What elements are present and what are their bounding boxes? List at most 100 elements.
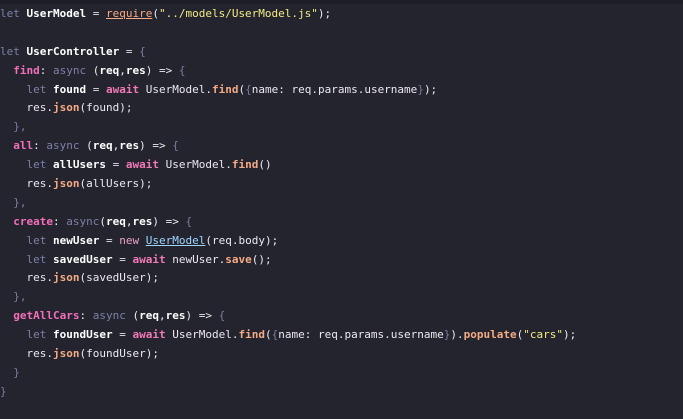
- code-token: UserModel.: [165, 158, 232, 172]
- code-token: find: [238, 328, 265, 342]
- code-line[interactable]: find: async (req,res) => {: [0, 62, 576, 81]
- code-line[interactable]: let UserModel = require("../models/UserM…: [0, 5, 576, 24]
- code-line[interactable]: getAllCars: async (req,res) => {: [0, 307, 576, 326]
- code-token: :: [53, 214, 67, 228]
- code-token: res.: [26, 101, 54, 115]
- code-token: save: [225, 252, 252, 266]
- code-token: {: [178, 63, 186, 77]
- code-token: =: [99, 233, 120, 247]
- code-token: (: [86, 139, 93, 153]
- code-token: res.: [26, 177, 54, 191]
- code-area[interactable]: let UserModel = require("../models/UserM…: [0, 5, 576, 419]
- code-token: require: [105, 7, 153, 20]
- code-token: find: [13, 63, 40, 77]
- code-token: new: [119, 233, 146, 247]
- code-token: }: [0, 384, 7, 398]
- code-token: newUser: [53, 233, 100, 247]
- code-token: ) =>: [185, 309, 219, 323]
- code-token: {: [185, 214, 193, 228]
- code-token: {: [139, 44, 146, 58]
- code-token: req: [106, 214, 126, 228]
- code-line[interactable]: let allUsers = await UserModel.find(): [0, 156, 576, 175]
- code-token: (allUsers);: [79, 177, 153, 191]
- code-token: (: [99, 214, 106, 228]
- code-token: res: [132, 214, 153, 228]
- code-token: find: [211, 82, 239, 96]
- code-line[interactable]: res.json(savedUser);: [0, 269, 576, 288]
- code-token: let: [26, 252, 53, 266]
- code-line[interactable]: },: [0, 288, 576, 307]
- code-token: (): [258, 158, 272, 172]
- code-token: =: [112, 328, 133, 342]
- code-token: (foundUser);: [79, 347, 159, 361]
- code-token: await: [132, 328, 173, 342]
- code-line[interactable]: let UserController = {: [0, 43, 576, 62]
- code-token: json: [53, 347, 80, 361]
- code-line[interactable]: let foundUser = await UserModel.find({na…: [0, 326, 577, 345]
- code-line[interactable]: let savedUser = await newUser.save();: [0, 251, 576, 270]
- code-token: let: [26, 158, 53, 172]
- code-token: res: [119, 139, 140, 153]
- code-token: =: [86, 7, 106, 20]
- code-token: =: [112, 252, 133, 266]
- code-token: ,: [158, 309, 166, 323]
- code-token: ) =>: [139, 139, 173, 153]
- code-token: );: [317, 7, 332, 20]
- code-token: "../models/UserModel.js": [158, 7, 318, 20]
- code-line[interactable]: }: [0, 364, 576, 383]
- code-token: );: [563, 328, 577, 342]
- code-token: all: [13, 139, 34, 153]
- code-token: newUser.: [172, 252, 226, 266]
- code-token: :: [79, 309, 93, 323]
- code-token: (: [264, 328, 272, 342]
- code-token: res.: [26, 347, 54, 361]
- code-token: },: [13, 120, 27, 134]
- code-token: async: [53, 63, 93, 77]
- code-line[interactable]: },: [0, 194, 576, 213]
- code-line[interactable]: let newUser = new UserModel(req.body);: [0, 232, 576, 251]
- code-line[interactable]: all: async (req,res) => {: [0, 137, 576, 156]
- code-token: populate: [463, 328, 517, 342]
- code-line[interactable]: },: [0, 118, 576, 137]
- code-token: await: [106, 82, 146, 96]
- code-token: ,: [125, 214, 133, 228]
- code-token: ) =>: [145, 63, 179, 77]
- code-token: (savedUser);: [79, 271, 159, 285]
- code-line[interactable]: res.json(allUsers);: [0, 175, 576, 194]
- code-token: :: [33, 139, 47, 153]
- code-line[interactable]: res.json(found);: [0, 99, 576, 118]
- code-token: find: [231, 158, 259, 172]
- code-token: async: [46, 139, 87, 153]
- code-line[interactable]: res.json(foundUser);: [0, 345, 576, 364]
- code-editor[interactable]: let UserModel = require("../models/UserM…: [0, 0, 683, 419]
- code-token: create: [13, 214, 53, 228]
- code-line[interactable]: }: [0, 383, 576, 402]
- code-token: let: [26, 82, 53, 96]
- code-token: json: [53, 271, 80, 285]
- code-line[interactable]: ​: [0, 24, 576, 43]
- code-token: =: [105, 158, 126, 172]
- code-token: },: [13, 195, 27, 209]
- code-token: await: [125, 158, 166, 172]
- code-token: let: [0, 44, 27, 58]
- code-token: =: [119, 44, 140, 58]
- code-token: allUsers: [53, 158, 106, 172]
- code-token: {: [172, 139, 179, 153]
- code-line[interactable]: let found = await UserModel.find({name: …: [0, 81, 576, 100]
- code-token: foundUser: [53, 328, 113, 342]
- code-line[interactable]: create: async(req,res) => {: [0, 213, 576, 232]
- code-token: }: [13, 365, 20, 379]
- code-line[interactable]: ​: [0, 402, 576, 419]
